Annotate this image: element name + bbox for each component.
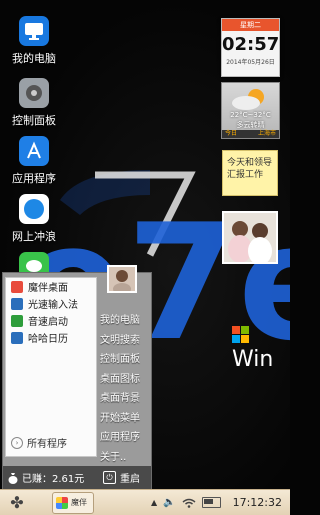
start-menu-left-panel: 魔伴桌面 光速输入法 音速启动 哈哈日历 › 所有程序 [5, 277, 97, 457]
start-menu-right-panel: 我的电脑 文明搜索 控制面板 桌面图标 桌面背景 开始菜单 应用程序 关于.. [100, 311, 152, 467]
weather-day: 今日 [225, 130, 238, 137]
desktop-icon-label: 网上冲浪 [12, 230, 56, 243]
menu-link-applications[interactable]: 应用程序 [100, 428, 152, 448]
app-store-icon [19, 136, 49, 166]
menu-item-label: 光速输入法 [28, 300, 78, 311]
menu-link-start-menu[interactable]: 开始菜单 [100, 409, 152, 429]
power-icon: ⏻ [103, 471, 116, 484]
menu-item-launcher[interactable]: 音速启动 [6, 312, 96, 329]
tray-expand-icon[interactable]: ▲ [151, 498, 157, 507]
desktop-icon-label: 控制面板 [12, 114, 56, 127]
cloudy-sun-icon [232, 89, 264, 110]
taskbar: ✤ 魔伴 ▲ 🔈 17:12:32 [0, 489, 290, 515]
menu-item-label: 魔伴桌面 [28, 283, 68, 294]
volume-icon[interactable]: 🔈 [163, 497, 175, 508]
windows-flag-icon [232, 326, 249, 343]
menu-link-about[interactable]: 关于.. [100, 448, 152, 468]
user-photo [109, 267, 135, 295]
desktop-icon-label: 我的电脑 [12, 52, 56, 65]
reboot-label: 重启 [120, 474, 140, 485]
taskbar-clock[interactable]: 17:12:32 [233, 496, 282, 509]
weather-footer: 今日 上海市 [222, 130, 279, 138]
taskbar-item-moban[interactable]: 魔伴 [52, 491, 94, 514]
photo-image [224, 213, 276, 265]
desktop-icon-my-computer[interactable]: 我的电脑 [4, 16, 64, 66]
control-panel-icon [19, 78, 49, 108]
all-programs-button[interactable]: › 所有程序 [6, 435, 67, 450]
safari-compass-icon [19, 194, 49, 224]
start-menu-bottom-bar: 已赚：2.61元 ⏻ 重启 [3, 466, 151, 489]
desktop-icon-applications[interactable]: 应用程序 [4, 136, 64, 186]
start-menu: 魔伴桌面 光速输入法 音速启动 哈哈日历 › 所有程序 我的电脑 文明搜索 控制… [2, 265, 152, 490]
earnings-display: 已赚：2.61元 [3, 470, 103, 485]
launcher-icon [11, 314, 23, 327]
taskbar-item-label: 魔伴 [71, 498, 87, 507]
calendar-clock-widget[interactable]: 星期二 02:57 2014年05月26日 [221, 18, 280, 77]
input-method-icon [11, 297, 23, 310]
photo-frame-widget[interactable] [222, 211, 278, 265]
mobanzhuomian-icon [11, 280, 23, 293]
arrow-right-icon: › [11, 436, 23, 449]
desktop-icon-label: 应用程序 [12, 172, 56, 185]
weather-widget[interactable]: 22°C~32°C 多云转晴 今日 上海市 [221, 82, 280, 139]
earnings-text: 已赚：2.61元 [22, 474, 85, 485]
menu-item-calendar[interactable]: 哈哈日历 [6, 329, 96, 346]
calendar-time: 02:57 [222, 34, 280, 55]
menu-item-label: 音速启动 [28, 317, 68, 328]
menu-link-desktop-icons[interactable]: 桌面图标 [100, 370, 152, 390]
calendar-weekday: 星期二 [222, 19, 279, 31]
all-programs-label: 所有程序 [27, 439, 67, 450]
menu-link-control-panel[interactable]: 控制面板 [100, 350, 152, 370]
sticky-note-widget[interactable]: 今天和领导汇报工作 [222, 150, 278, 196]
windows-logo: Win [232, 322, 290, 372]
start-button[interactable]: ✤ [6, 492, 28, 514]
weather-temp: 22°C~32°C [230, 111, 271, 119]
weather-desc: 多云转晴 [236, 121, 265, 129]
reboot-button[interactable]: ⏻ 重启 [103, 470, 140, 485]
battery-icon[interactable] [201, 497, 221, 508]
desktop-icon-web-surf[interactable]: 网上冲浪 [4, 194, 64, 244]
weather-city: 上海市 [257, 130, 276, 137]
desktop-icon-control-panel[interactable]: 控制面板 [4, 78, 64, 128]
menu-link-my-computer[interactable]: 我的电脑 [100, 311, 152, 331]
wifi-icon[interactable] [182, 498, 196, 508]
calendar-date: 2014年05月26日 [226, 59, 275, 66]
avatar[interactable] [107, 265, 137, 295]
menu-link-search[interactable]: 文明搜索 [100, 331, 152, 351]
menu-item-mobanzhuomian[interactable]: 魔伴桌面 [6, 278, 96, 295]
computer-icon [19, 16, 49, 46]
menu-link-desktop-background[interactable]: 桌面背景 [100, 389, 152, 409]
menu-item-label: 哈哈日历 [28, 334, 68, 345]
money-bag-icon [8, 472, 18, 484]
moban-app-icon [56, 496, 68, 509]
windows-text: Win [232, 347, 274, 372]
system-tray: ▲ 🔈 17:12:32 [151, 496, 282, 509]
note-text: 今天和领导汇报工作 [227, 158, 273, 180]
menu-item-input-method[interactable]: 光速输入法 [6, 295, 96, 312]
calendar-app-icon [11, 331, 23, 344]
clover-icon: ✤ [10, 492, 24, 512]
